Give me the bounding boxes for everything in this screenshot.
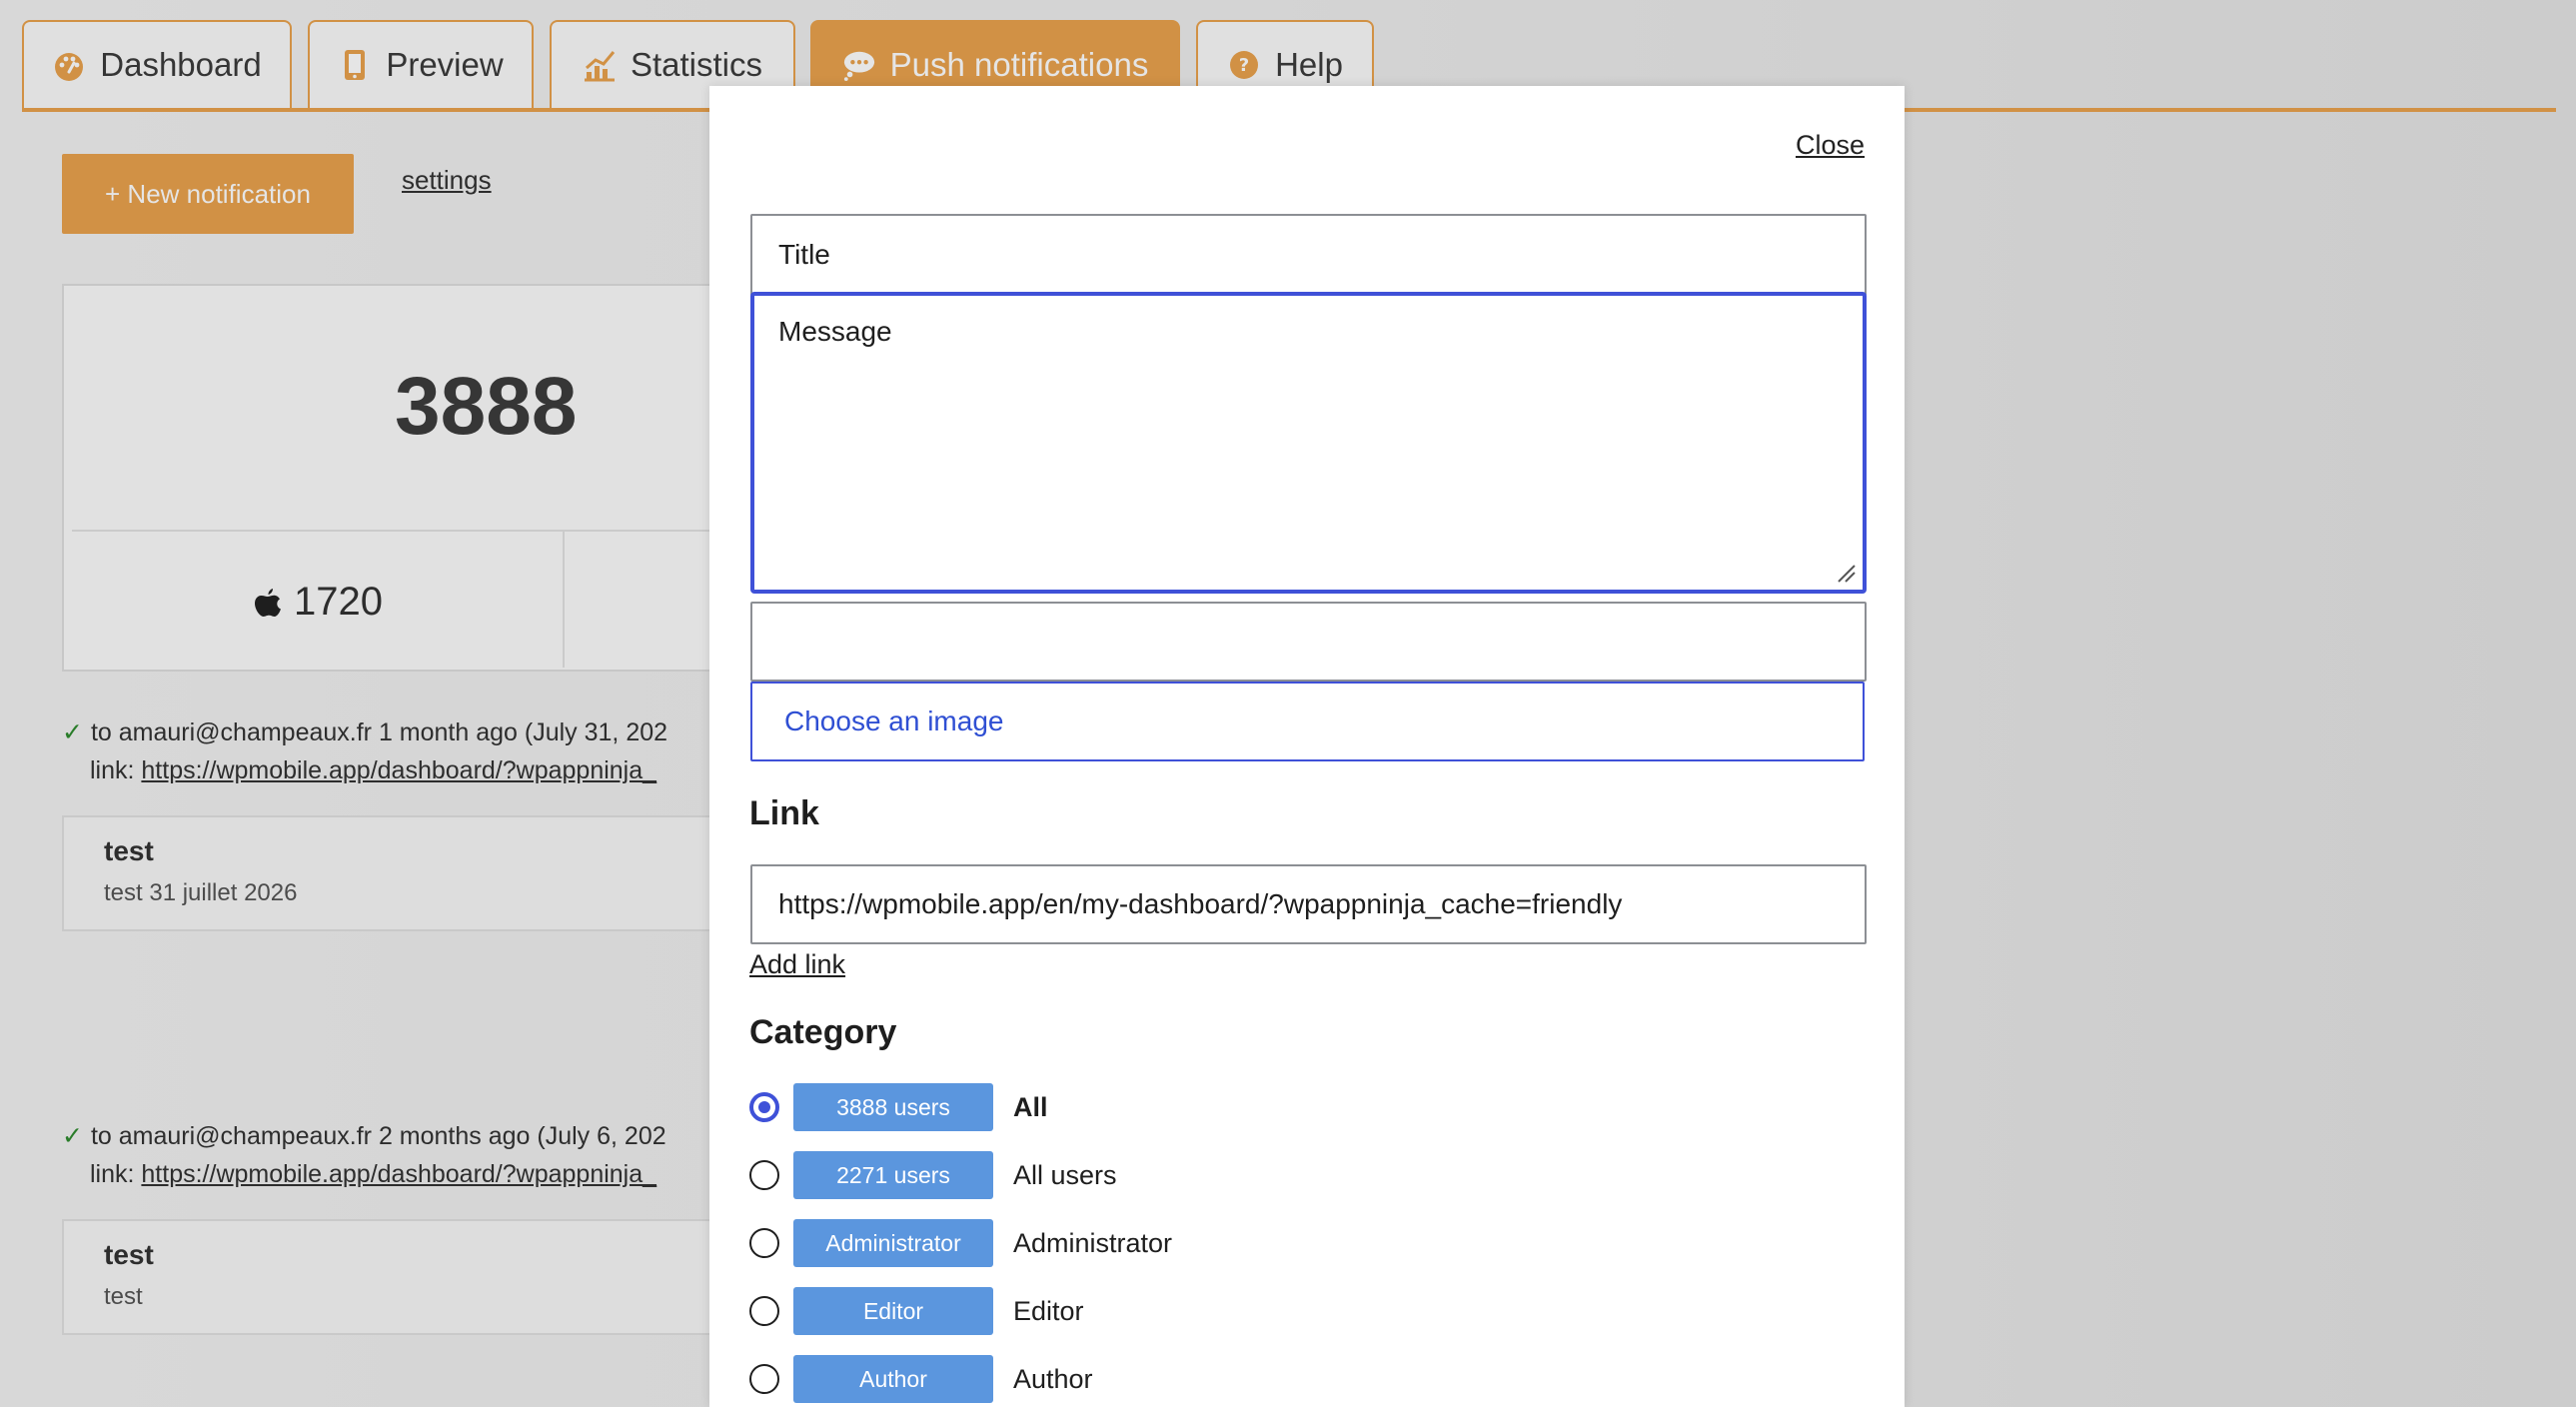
push-notifications-page: Dashboard Preview Statistics Push notifi… [0, 0, 2576, 1407]
role-badge: Editor [793, 1287, 993, 1335]
category-label: Author [1013, 1363, 1093, 1394]
category-option-all-users[interactable]: 2271 users All users [749, 1151, 1117, 1199]
link-heading: Link [749, 794, 819, 832]
resize-handle-icon[interactable] [1835, 562, 1857, 584]
category-option-all[interactable]: 3888 users All [749, 1083, 1048, 1131]
category-label: Administrator [1013, 1227, 1173, 1258]
add-link-button[interactable]: Add link [749, 949, 845, 980]
category-radio[interactable] [749, 1160, 779, 1190]
category-label: All users [1013, 1159, 1117, 1190]
link-input[interactable] [750, 864, 1867, 944]
category-option-editor[interactable]: Editor Editor [749, 1287, 1084, 1335]
category-label: All [1013, 1091, 1048, 1122]
category-radio[interactable] [749, 1296, 779, 1326]
category-radio[interactable] [749, 1364, 779, 1394]
category-option-author[interactable]: Author Author [749, 1355, 1093, 1403]
role-badge: Administrator [793, 1219, 993, 1267]
close-button[interactable]: Close [1796, 130, 1865, 161]
user-count-badge: 3888 users [793, 1083, 993, 1131]
choose-image-button[interactable]: Choose an image [750, 682, 1865, 761]
title-input[interactable] [750, 214, 1867, 296]
user-count-badge: 2271 users [793, 1151, 993, 1199]
category-heading: Category [749, 1013, 897, 1051]
category-radio[interactable] [749, 1092, 779, 1122]
message-input[interactable] [750, 292, 1867, 594]
role-badge: Author [793, 1355, 993, 1403]
category-label: Editor [1013, 1295, 1084, 1326]
image-url-input[interactable] [750, 602, 1867, 682]
category-option-administrator[interactable]: Administrator Administrator [749, 1219, 1172, 1267]
category-radio[interactable] [749, 1228, 779, 1258]
